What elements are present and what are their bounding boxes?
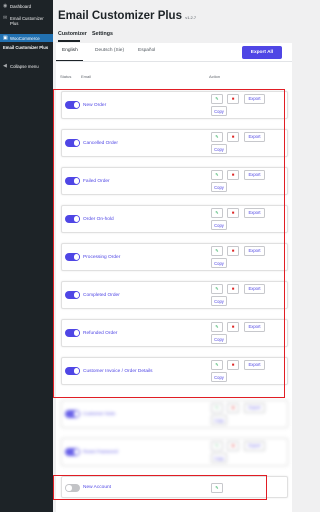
- lang-divider: [56, 61, 292, 62]
- col-header-email: Email: [81, 74, 92, 79]
- sidebar-item-woocommerce[interactable]: ▣ WooCommerce: [0, 34, 53, 42]
- lang-tab-deutsch[interactable]: Deutsch (Sie): [95, 48, 124, 53]
- copy-button[interactable]: Copy: [211, 453, 227, 463]
- col-header-action: Action: [209, 74, 221, 79]
- lang-tab-english[interactable]: English: [62, 48, 78, 53]
- trash-icon: ■: [231, 443, 235, 448]
- sidebar-item-dashboard[interactable]: ◉ Dashboard: [0, 3, 53, 10]
- edit-button[interactable]: ✎: [211, 440, 223, 451]
- sidebar-item-label: Email Customizer Plus: [10, 16, 44, 26]
- main-content: Email Customizer Plus v1.2.7 Customizer …: [53, 0, 295, 512]
- sidebar-collapse-menu[interactable]: ◀ Collapse menu: [0, 63, 53, 70]
- sidebar-item-email-customizer[interactable]: ✉ Email Customizer Plus: [0, 15, 53, 27]
- pencil-icon: ✎: [215, 443, 219, 448]
- tab-settings[interactable]: Settings: [92, 31, 113, 37]
- delete-button[interactable]: ■: [227, 402, 239, 413]
- sidebar-subitem-label: Email Customizer Plus: [3, 45, 49, 50]
- active-tab-indicator: [58, 40, 80, 42]
- title-text: Email Customizer Plus: [58, 10, 182, 22]
- email-icon: ✉: [3, 15, 8, 21]
- delete-button[interactable]: ■: [227, 440, 239, 451]
- admin-sidebar: ◉ Dashboard ✉ Email Customizer Plus ▣ Wo…: [0, 0, 53, 512]
- highlight-box: [53, 475, 267, 500]
- highlight-box: [53, 89, 285, 398]
- version-badge: v1.2.7: [185, 15, 197, 20]
- edit-button[interactable]: ✎: [211, 402, 223, 413]
- sidebar-item-label: Dashboard: [10, 4, 32, 9]
- status-toggle[interactable]: [65, 410, 80, 418]
- dashboard-icon: ◉: [3, 3, 8, 9]
- trash-icon: ■: [231, 405, 235, 410]
- page-title: Email Customizer Plus v1.2.7: [58, 10, 196, 22]
- export-button[interactable]: Export: [244, 402, 265, 413]
- export-button[interactable]: Export: [244, 440, 265, 451]
- sidebar-item-label: Collapse menu: [10, 64, 39, 69]
- export-all-button[interactable]: Export All: [242, 46, 282, 59]
- tab-customizer[interactable]: Customizer: [58, 31, 87, 37]
- template-name[interactable]: Customer Note: [83, 412, 115, 417]
- sidebar-subitem-email-customizer[interactable]: Email Customizer Plus: [0, 45, 53, 50]
- collapse-icon: ◀: [3, 63, 7, 69]
- table-row: Reset Password ✎ ■ Export Copy: [61, 438, 288, 466]
- col-header-status: Status: [60, 74, 72, 79]
- pencil-icon: ✎: [215, 405, 219, 410]
- status-toggle[interactable]: [65, 448, 80, 456]
- template-name[interactable]: Reset Password: [83, 450, 118, 455]
- lang-tab-espanol[interactable]: Español: [138, 48, 155, 53]
- copy-button[interactable]: Copy: [211, 415, 227, 425]
- sidebar-item-label: WooCommerce: [10, 35, 40, 41]
- table-row: Customer Note ✎ ■ Export Copy: [61, 400, 288, 428]
- woocommerce-icon: ▣: [3, 34, 8, 41]
